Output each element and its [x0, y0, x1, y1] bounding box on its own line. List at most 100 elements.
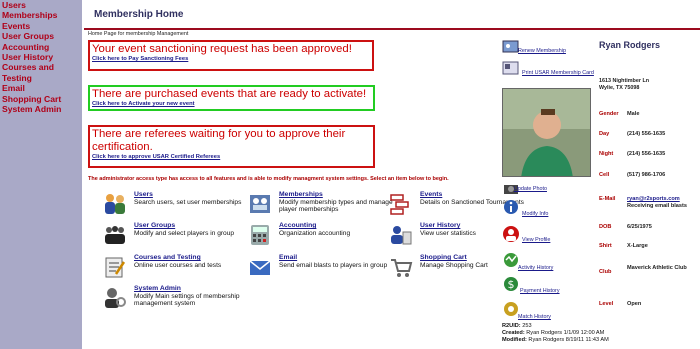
email-icon[interactable]: [247, 254, 273, 280]
memberships-link[interactable]: Memberships: [279, 191, 323, 198]
modified-value: Ryan Rodgers 8/19/11 11:43 AM: [528, 337, 609, 344]
alert-sanction-approved: Your event sanctioning request has been …: [88, 40, 374, 71]
match-history-link[interactable]: Match History: [518, 314, 551, 320]
address-line-2: Wylie, TX 75098: [599, 85, 640, 91]
pay-sanctioning-fees-link[interactable]: Click here to Pay Sanctioning Fees: [90, 56, 372, 62]
email-link[interactable]: Email: [279, 254, 297, 261]
sidebar-item-shopping-cart[interactable]: Shopping Cart: [0, 94, 82, 104]
print-membership-card-link[interactable]: Print USAR Membership Card: [522, 70, 594, 78]
users-link[interactable]: Users: [134, 191, 153, 198]
user-groups-icon[interactable]: [102, 222, 128, 248]
memberships-icon[interactable]: [247, 191, 273, 217]
sidebar-item-system-admin[interactable]: System Admin: [0, 104, 82, 114]
field-value: 6/25/1975: [627, 224, 652, 230]
svg-text:$: $: [508, 278, 515, 291]
feature-email: Email Send email blasts to players in gr…: [247, 254, 395, 282]
email-blast-note: Receiving email blasts: [627, 202, 688, 209]
field-value: Male: [627, 111, 640, 117]
payment-icon[interactable]: $: [502, 275, 520, 293]
profile-photo: [502, 88, 591, 177]
feature-users: Users Search users, set user memberships: [102, 191, 250, 219]
field-label: Cell: [599, 172, 610, 178]
sidebar-item-user-history[interactable]: User History: [0, 52, 82, 62]
activity-history-item: Activity History: [502, 251, 592, 271]
view-profile-item: View Profile: [502, 225, 592, 245]
sidebar-item-courses-testing[interactable]: Courses and Testing: [0, 62, 82, 83]
sidebar-item-email[interactable]: Email: [0, 83, 82, 93]
alert-referees-waiting: There are referees waiting for you to ap…: [88, 125, 375, 168]
address-line-1: 1613 Nightimber Ln: [599, 78, 650, 84]
field-label: Level: [599, 301, 614, 307]
page-header: Membership Home: [84, 0, 700, 30]
profile-icon[interactable]: [502, 225, 520, 243]
field-value: (214) 556-1635: [627, 151, 666, 157]
user-history-icon[interactable]: [388, 222, 414, 248]
match-history-item: Match History: [502, 300, 592, 320]
user-groups-link[interactable]: User Groups: [134, 222, 175, 229]
events-link[interactable]: Events: [420, 191, 442, 198]
created-row: Created: Ryan Rodgers 1/1/09 12:00 AM: [502, 330, 609, 337]
field-label: Day: [599, 131, 610, 137]
feature-system-admin: System Admin Modify Main settings of mem…: [102, 285, 250, 313]
activity-history-link[interactable]: Activity History: [518, 265, 553, 271]
field-label: Night: [599, 151, 614, 157]
system-admin-link[interactable]: System Admin: [134, 285, 181, 292]
email-address-link[interactable]: ryan@r2sports.com: [627, 196, 680, 202]
users-icon[interactable]: [102, 191, 128, 217]
renew-membership-link[interactable]: Renew Membership: [518, 48, 566, 54]
shopping-cart-link[interactable]: Shopping Cart: [420, 254, 467, 261]
alert-message: There are referees waiting for you to ap…: [92, 128, 346, 153]
feature-desc: Online user courses and tests: [134, 262, 222, 269]
info-icon[interactable]: [502, 198, 520, 216]
sidebar-item-users[interactable]: Users: [0, 0, 82, 10]
sidebar-item-accounting[interactable]: Accounting: [0, 42, 82, 52]
field-value: ryan@r2sports.com Receiving email blasts: [627, 196, 697, 209]
courses-testing-link[interactable]: Courses and Testing: [134, 254, 201, 261]
record-metadata: R2UID: 253 Created: Ryan Rodgers 1/1/09 …: [502, 323, 609, 345]
alert-activate-events: There are purchased events that are read…: [88, 85, 375, 111]
feature-memberships: Memberships Modify membership types and …: [247, 191, 395, 219]
update-photo-link[interactable]: Update Photo: [514, 186, 547, 192]
accounting-link[interactable]: Accounting: [279, 222, 316, 229]
print-card-item: Print USAR Membership Card: [502, 60, 594, 80]
user-history-link[interactable]: User History: [420, 222, 460, 229]
approve-referees-link[interactable]: Click here to approve USAR Certified Ref…: [90, 154, 373, 160]
payment-history-item: $ Payment History: [502, 275, 592, 295]
view-profile-link[interactable]: View Profile: [522, 237, 550, 243]
courses-icon[interactable]: [102, 254, 128, 280]
field-label: DOB: [599, 224, 612, 230]
field-value: (517) 986-1706: [627, 172, 666, 178]
r2uid-label: R2UID:: [502, 323, 521, 329]
payment-history-link[interactable]: Payment History: [520, 288, 560, 294]
membership-card-icon[interactable]: [502, 60, 520, 78]
field-value: Open: [627, 301, 642, 307]
feature-desc: Search users, set user memberships: [134, 199, 242, 206]
profile-name: Ryan Rodgers: [599, 40, 661, 50]
events-icon[interactable]: [388, 191, 414, 217]
accounting-icon[interactable]: [247, 222, 273, 248]
field-value: (214) 556-1635: [627, 131, 666, 137]
sidebar-item-user-groups[interactable]: User Groups: [0, 31, 82, 41]
sidebar-item-events[interactable]: Events: [0, 21, 82, 31]
system-admin-icon[interactable]: [102, 285, 128, 311]
field-value: Maverick Athletic Club: [627, 265, 687, 271]
renew-membership-item: Renew Membership: [502, 38, 592, 58]
feature-user-groups: User Groups Modify and select players in…: [102, 222, 250, 250]
field-label: E-Mail: [599, 196, 616, 202]
feature-courses-testing: Courses and Testing Online user courses …: [102, 254, 250, 282]
shopping-cart-icon[interactable]: [388, 254, 414, 280]
created-label: Created:: [502, 330, 525, 337]
modify-info-link[interactable]: Modify Info: [522, 211, 548, 217]
admin-access-note: The administrator access type has access…: [88, 176, 449, 182]
modified-label: Modified:: [502, 337, 527, 344]
sidebar-item-memberships[interactable]: Memberships: [0, 10, 82, 20]
sidebar-nav: Users Memberships Events User Groups Acc…: [0, 0, 82, 349]
field-value: X-Large: [627, 243, 648, 249]
feature-desc: Modify membership types and manage playe…: [279, 199, 393, 214]
page-title: Membership Home: [94, 9, 184, 20]
field-label: Gender: [599, 111, 619, 117]
update-photo-item: Update Photo: [502, 179, 592, 199]
field-label: Shirt: [599, 243, 612, 249]
alert-message: There are purchased events that are read…: [92, 88, 367, 100]
activate-event-link[interactable]: Click here to Activate your new event: [90, 101, 373, 107]
